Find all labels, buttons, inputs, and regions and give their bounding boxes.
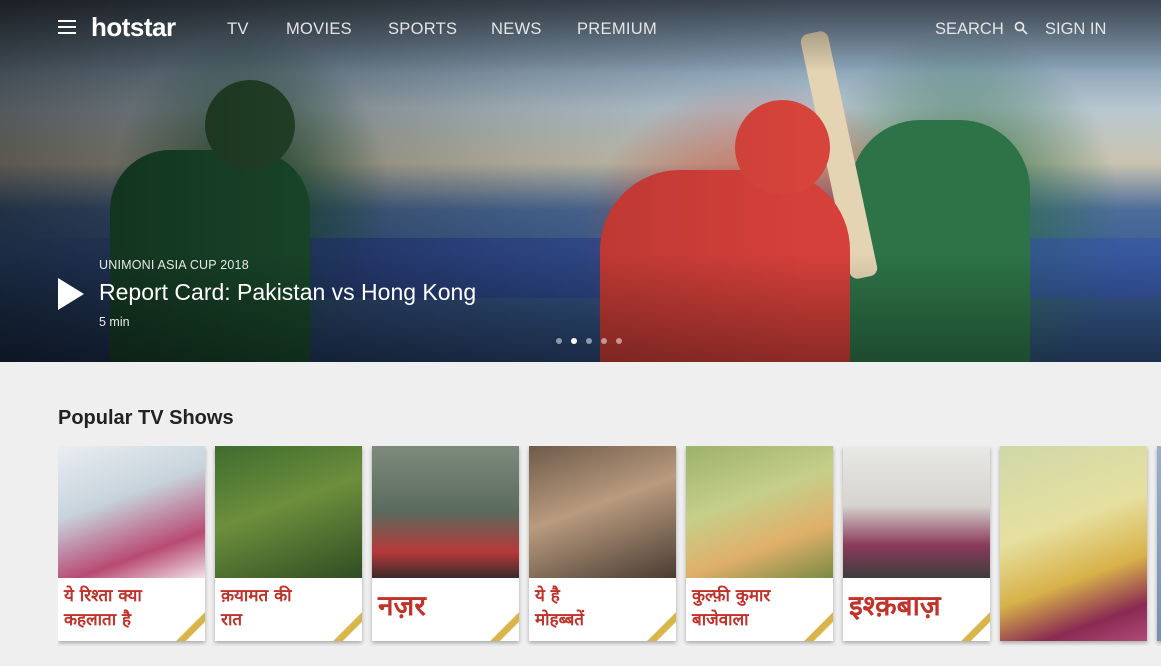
play-icon[interactable] bbox=[58, 278, 84, 310]
show-card[interactable]: नज़र bbox=[372, 446, 519, 641]
show-thumbnail bbox=[529, 446, 676, 578]
show-thumbnail bbox=[1157, 446, 1161, 641]
show-thumbnail bbox=[215, 446, 362, 578]
show-title-plate: ये है मोहब्बतें bbox=[529, 578, 676, 641]
show-title-plate: इश्क़बाज़ bbox=[843, 578, 990, 641]
show-title-plate: नज़र bbox=[372, 578, 519, 641]
show-thumbnail bbox=[686, 446, 833, 578]
show-card[interactable]: क़यामत की रात bbox=[215, 446, 362, 641]
show-card[interactable] bbox=[1157, 446, 1161, 641]
carousel-dot[interactable] bbox=[616, 338, 622, 344]
nav-link-tv[interactable]: TV bbox=[227, 20, 249, 39]
show-card[interactable]: ये है मोहब्बतें bbox=[529, 446, 676, 641]
nav-link-news[interactable]: NEWS bbox=[491, 20, 542, 39]
carousel-dots bbox=[556, 338, 622, 344]
nav-link-sports[interactable]: SPORTS bbox=[388, 20, 457, 39]
show-title-line: रात bbox=[221, 610, 243, 630]
hero-kicker: UNIMONI ASIA CUP 2018 bbox=[99, 258, 249, 272]
shows-row: ये रिश्ता क्या कहलाता है क़यामत की रात नज़… bbox=[58, 446, 1161, 646]
hotstar-logo[interactable]: hotstar bbox=[91, 12, 176, 43]
show-card[interactable]: ये रिश्ता क्या कहलाता है bbox=[58, 446, 205, 641]
section-title: Popular TV Shows bbox=[58, 407, 234, 429]
show-title-line: बाजेवाला bbox=[692, 610, 749, 630]
show-card[interactable]: इश्क़बाज़ bbox=[843, 446, 990, 641]
show-title-line: इश्क़बाज़ bbox=[849, 589, 941, 622]
player-pakistan-helmet bbox=[205, 80, 295, 170]
player-pakistan-keeper bbox=[110, 150, 310, 362]
show-thumbnail bbox=[58, 446, 205, 578]
show-card[interactable] bbox=[1000, 446, 1147, 641]
cricket-bat bbox=[799, 29, 879, 281]
show-title-line: कहलाता है bbox=[64, 610, 132, 630]
hero-title[interactable]: Report Card: Pakistan vs Hong Kong bbox=[99, 279, 476, 306]
carousel-dot-active[interactable] bbox=[571, 338, 577, 344]
show-title-line: क़यामत की bbox=[221, 586, 292, 606]
search-link[interactable]: SEARCH bbox=[935, 20, 1004, 39]
show-thumbnail bbox=[1000, 446, 1147, 641]
show-card[interactable]: कुल्फ़ी कुमार बाजेवाला bbox=[686, 446, 833, 641]
nav-link-premium[interactable]: PREMIUM bbox=[577, 20, 657, 39]
show-title-line: ये रिश्ता क्या bbox=[64, 586, 142, 606]
show-thumbnail bbox=[372, 446, 519, 578]
hero-duration: 5 min bbox=[99, 315, 130, 329]
hamburger-menu-icon[interactable] bbox=[58, 20, 76, 34]
carousel-dot[interactable] bbox=[601, 338, 607, 344]
show-title-plate: क़यामत की रात bbox=[215, 578, 362, 641]
search-icon[interactable] bbox=[1014, 21, 1028, 35]
show-title-plate: कुल्फ़ी कुमार बाजेवाला bbox=[686, 578, 833, 641]
carousel-dot[interactable] bbox=[586, 338, 592, 344]
show-title-line: कुल्फ़ी कुमार bbox=[692, 586, 771, 606]
show-title-line: नज़र bbox=[378, 589, 426, 622]
player-pakistan-fielder bbox=[850, 120, 1030, 362]
show-title-line: मोहब्बतें bbox=[535, 610, 584, 630]
sign-in-link[interactable]: SIGN IN bbox=[1045, 20, 1106, 39]
player-hongkong-batsman bbox=[600, 170, 850, 362]
show-title-plate: ये रिश्ता क्या कहलाता है bbox=[58, 578, 205, 641]
show-thumbnail bbox=[843, 446, 990, 578]
top-nav: hotstar TV MOVIES SPORTS NEWS PREMIUM SE… bbox=[0, 0, 1161, 58]
carousel-dot[interactable] bbox=[556, 338, 562, 344]
nav-link-movies[interactable]: MOVIES bbox=[286, 20, 352, 39]
player-hongkong-helmet bbox=[735, 100, 830, 195]
show-title-line: ये है bbox=[535, 586, 560, 606]
